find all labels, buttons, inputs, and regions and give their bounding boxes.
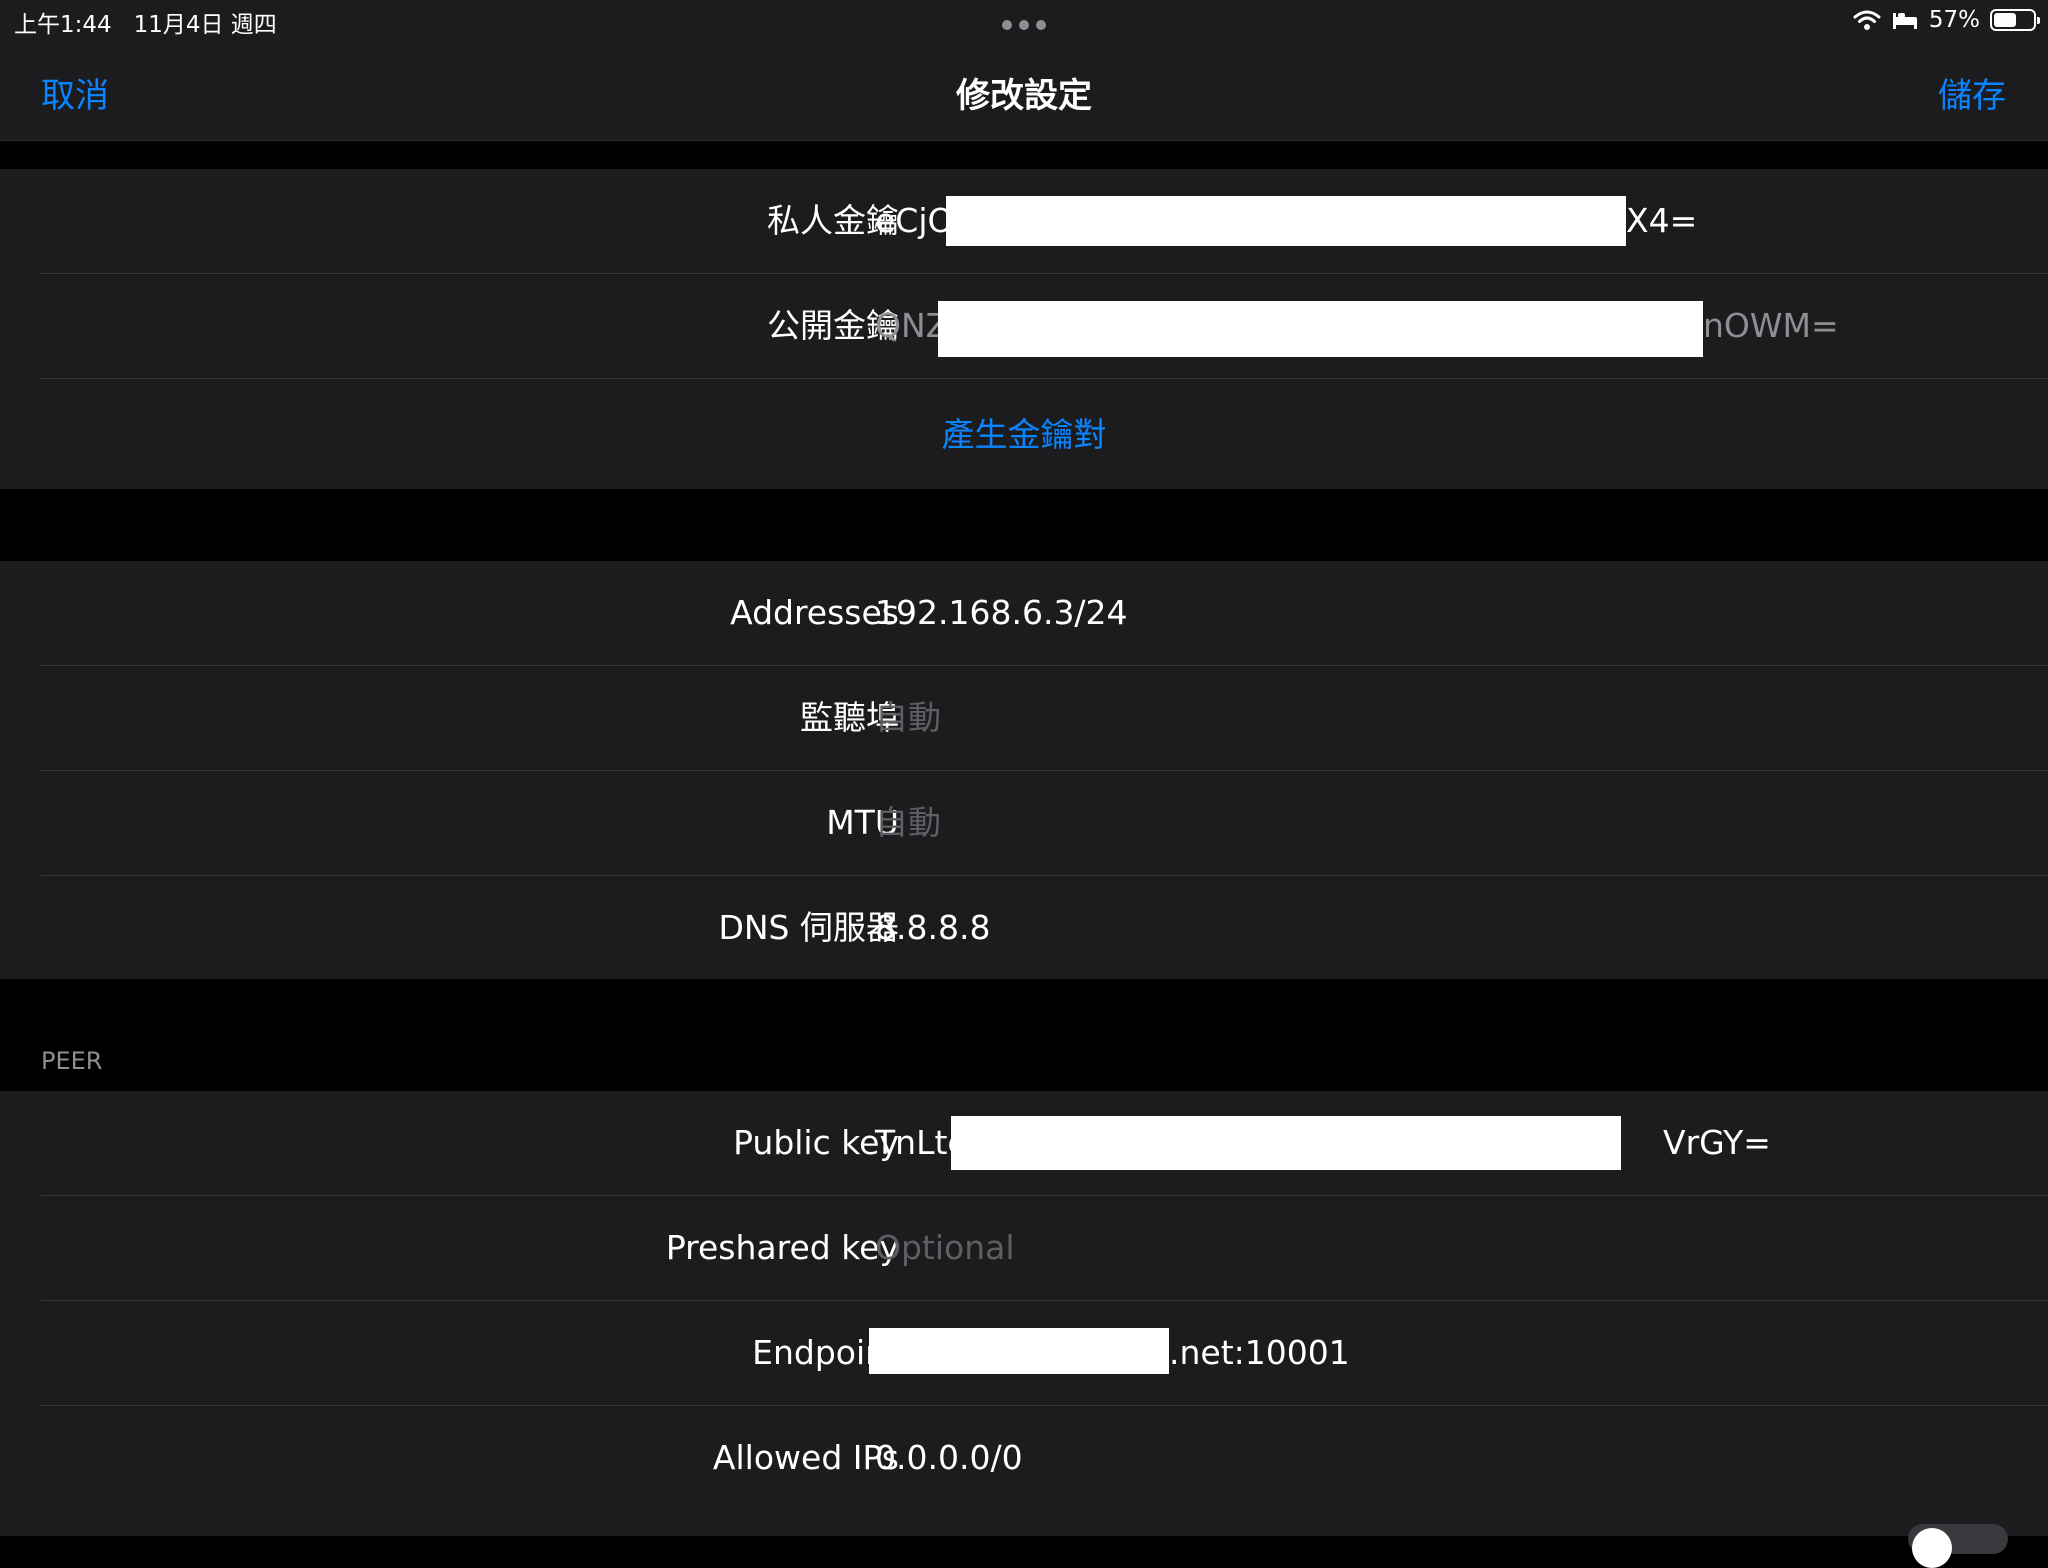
page-title: 修改設定 <box>956 76 1092 116</box>
endpoint-row[interactable]: Endpoint .net:10001 <box>41 1301 2048 1406</box>
public-key-row: 公開金鑰 QNZ nOWM= <box>41 274 2048 379</box>
mtu-field[interactable]: 自動 <box>875 771 941 875</box>
private-key-row[interactable]: 私人金鑰 eCjO X4= <box>41 169 2048 274</box>
mtu-row[interactable]: MTU 自動 <box>41 771 2048 876</box>
battery-icon <box>1990 9 2040 31</box>
public-key-suffix: nOWM= <box>1703 306 1839 345</box>
preshared-key-label: Preshared key <box>665 1228 899 1267</box>
interface-keys-section: 私人金鑰 eCjO X4= 公開金鑰 QNZ nOWM= 產生金鑰對 <box>0 169 2048 489</box>
generate-keypair-button[interactable]: 產生金鑰對 <box>0 379 2048 491</box>
redaction-block <box>938 301 1703 357</box>
peer-section: Public key TnLte VrGY= Preshared key Opt… <box>0 1091 2048 1536</box>
allowed-ips-row[interactable]: Allowed IPs 0.0.0.0/0 <box>41 1406 2048 1510</box>
addresses-row[interactable]: Addresses 192.168.6.3/24 <box>41 561 2048 666</box>
generate-keypair-row[interactable]: 產生金鑰對 <box>41 379 2048 491</box>
addresses-label: Addresses <box>730 593 899 632</box>
dns-label: DNS 伺服器 <box>718 908 899 947</box>
dns-row[interactable]: DNS 伺服器 8.8.8.8 <box>41 876 2048 980</box>
save-button[interactable]: 儲存 <box>1938 68 2006 117</box>
preshared-key-field[interactable]: Optional <box>875 1196 1015 1300</box>
wifi-icon <box>1853 10 1881 30</box>
preshared-key-row[interactable]: Preshared key Optional <box>41 1196 2048 1301</box>
dns-value[interactable]: 8.8.8.8 <box>875 876 990 980</box>
toggle-switch[interactable] <box>1908 1524 2008 1568</box>
redaction-block <box>951 1116 1621 1170</box>
sleep-mode-icon <box>1892 13 1917 29</box>
interface-settings-section: Addresses 192.168.6.3/24 監聽埠 自動 MTU 自動 D… <box>0 561 2048 979</box>
redaction-block <box>869 1328 1169 1374</box>
peer-public-key-row[interactable]: Public key TnLte VrGY= <box>41 1091 2048 1196</box>
allowed-ips-label: Allowed IPs <box>712 1438 899 1477</box>
status-time-date: 上午1:44 11月4日 週四 <box>14 12 277 38</box>
peer-public-key-suffix: VrGY= <box>1663 1123 1771 1162</box>
private-key-suffix: X4= <box>1626 201 1698 240</box>
allowed-ips-value[interactable]: 0.0.0.0/0 <box>875 1406 1023 1510</box>
listen-port-row[interactable]: 監聽埠 自動 <box>41 666 2048 771</box>
multitasking-dots-icon[interactable] <box>1002 20 1046 30</box>
redaction-block <box>946 196 1626 246</box>
addresses-value[interactable]: 192.168.6.3/24 <box>875 561 1128 665</box>
listen-port-field[interactable]: 自動 <box>875 666 941 770</box>
endpoint-suffix[interactable]: .net:10001 <box>1169 1301 1350 1405</box>
navigation-bar: 取消 修改設定 儲存 <box>0 40 2048 141</box>
battery-percent: 57% <box>1928 7 1980 33</box>
status-bar: 上午1:44 11月4日 週四 57% <box>0 0 2048 40</box>
private-key-prefix: eCjO <box>875 201 954 240</box>
peer-section-header: PEER <box>41 1047 103 1075</box>
